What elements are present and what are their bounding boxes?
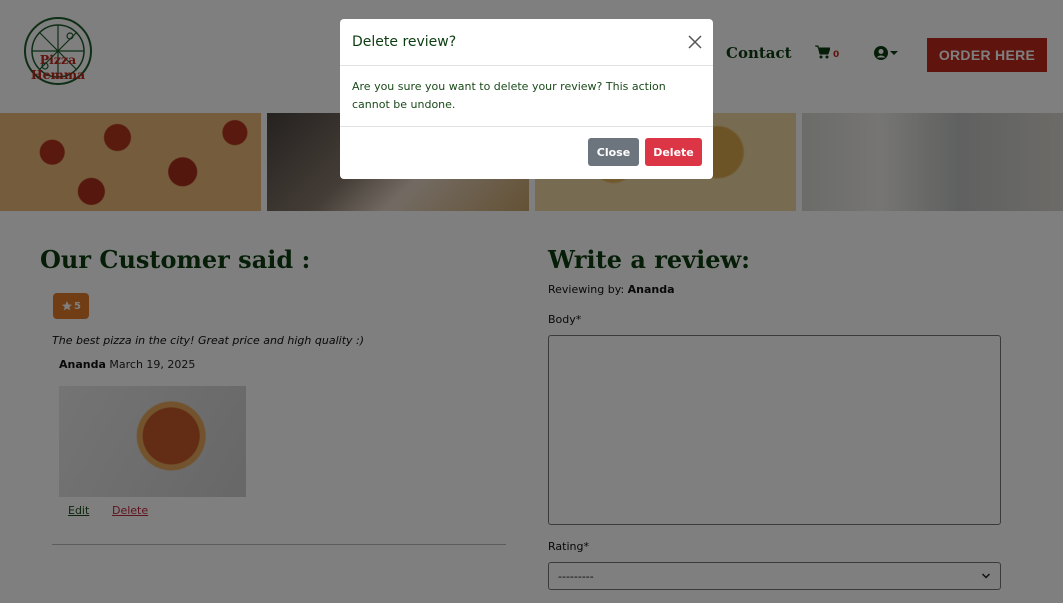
delete-review-modal: Delete review? Are you sure you want to … <box>340 19 713 179</box>
close-button[interactable]: Close <box>588 138 639 166</box>
close-icon[interactable] <box>687 34 703 50</box>
modal-footer: Close Delete <box>340 127 713 179</box>
modal-body: Are you sure you want to delete your rev… <box>340 66 713 127</box>
modal-header: Delete review? <box>340 19 713 66</box>
modal-title: Delete review? <box>352 34 457 50</box>
delete-button[interactable]: Delete <box>645 138 702 166</box>
